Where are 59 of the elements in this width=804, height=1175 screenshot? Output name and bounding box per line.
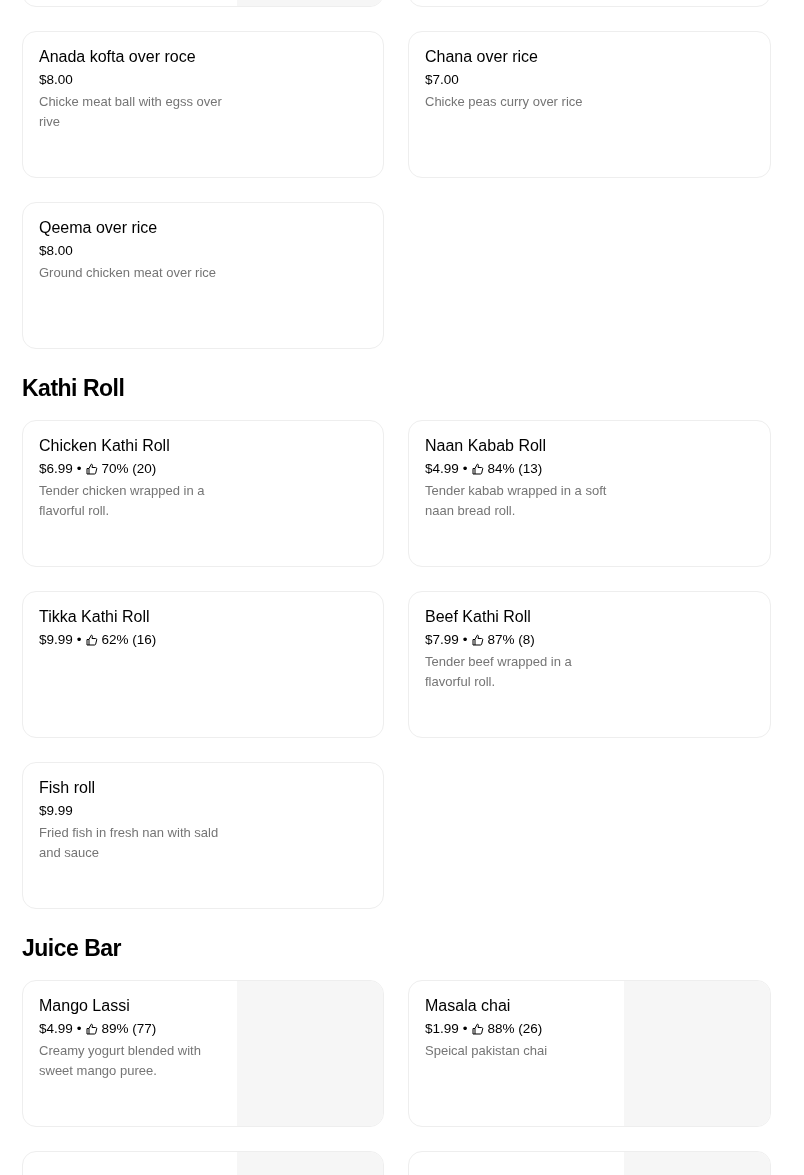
item-name: Fish roll [39,778,95,798]
separator-dot: • [462,1020,468,1038]
item-price: $7.00 [425,71,459,89]
separator-dot: • [462,631,468,649]
item-name: Anada kofta over roce [39,47,196,67]
separator-dot: • [76,631,82,649]
thumbs-up-icon [471,463,484,475]
thumbs-up-icon [471,1023,484,1035]
item-price: $1.99 [425,1020,459,1038]
menu-item-card[interactable]: Mango Lassi $4.99 • 89% (77) Creamy yogurt blended with sweet mango puree. [22,980,384,1127]
menu-item-card[interactable]: Chana over rice $7.00 Chicke peas curry over rice [408,31,771,178]
thumbs-up-icon [471,634,484,646]
thumbs-up-icon [85,1023,98,1035]
separator-dot: • [76,1020,82,1038]
item-price: $4.99 [425,460,459,478]
menu-item-card[interactable]: Tikka Kathi Roll $9.99 • 62% (16) [22,591,384,738]
item-price: $4.99 [39,1020,73,1038]
item-rating: 88% (26) [487,1020,543,1038]
item-description: Chicke peas curry over rice [425,93,584,111]
item-name: Masala chai [425,996,511,1016]
item-rating: 87% (8) [487,631,535,649]
item-description: Tender beef wrapped in a flavorful roll. [425,653,573,691]
item-description: Tender kabab wrapped in a soft naan bread roll. [425,482,608,520]
item-name: Chicken Kathi Roll [39,436,170,456]
item-description: Speical pakistan chai [425,1042,549,1060]
item-price: $7.99 [425,631,459,649]
thumbs-up-icon [85,634,98,646]
section-heading: Kathi Roll [22,374,126,402]
section-heading: Juice Bar [22,934,123,962]
item-name: Naan Kabab Roll [425,436,546,456]
menu-item-card[interactable]: Anada kofta over roce $8.00 Chicke meat ball with egss over rive [22,31,384,178]
item-rating: 62% (16) [101,631,157,649]
item-name: Qeema over rice [39,218,158,238]
item-description: Creamy yogurt blended with sweet mango puree. [39,1042,202,1080]
item-price: $9.99 [39,631,73,649]
item-price: $9.99 [39,802,73,820]
item-description: Ground chicken meat over rice [39,264,218,282]
menu-item-card[interactable]: Masala chai $1.99 • 88% (26) Speical pakistan chai [408,980,771,1127]
menu-item-card[interactable]: Beef Kathi Roll $7.99 • 87% (8) Tender beef wrapped in a flavorful roll. [408,591,771,738]
item-price: $8.00 [39,71,73,89]
item-name: Chana over rice [425,47,538,67]
separator-dot: • [76,460,82,478]
item-rating: 89% (77) [101,1020,157,1038]
separator-dot: • [462,460,468,478]
item-description: Tender chicken wrapped in a flavorful roll. [39,482,206,520]
menu-item-card[interactable]: Naan Kabab Roll $4.99 • 84% (13) Tender kabab wrapped in a soft naan bread roll. [408,420,771,567]
item-name: Mango Lassi [39,996,130,1016]
item-price: $8.00 [39,242,73,260]
item-description: Fried fish in fresh nan with sald and sauce [39,824,220,862]
menu-item-card[interactable]: Fish roll $9.99 Fried fish in fresh nan with sald and sauce [22,762,384,909]
menu-item-card[interactable]: Chicken Kathi Roll $6.99 • 70% (20) Tender chicken wrapped in a flavorful roll. [22,420,384,567]
item-name: Tikka Kathi Roll [39,607,150,627]
item-price: $6.99 [39,460,73,478]
item-name: Beef Kathi Roll [425,607,531,627]
item-description: Chicke meat ball with egss over rive [39,93,223,131]
item-rating: 70% (20) [101,460,157,478]
thumbs-up-icon [85,463,98,475]
item-rating: 84% (13) [487,460,543,478]
menu-item-card[interactable]: Qeema over rice $8.00 Ground chicken meat over rice [22,202,384,349]
